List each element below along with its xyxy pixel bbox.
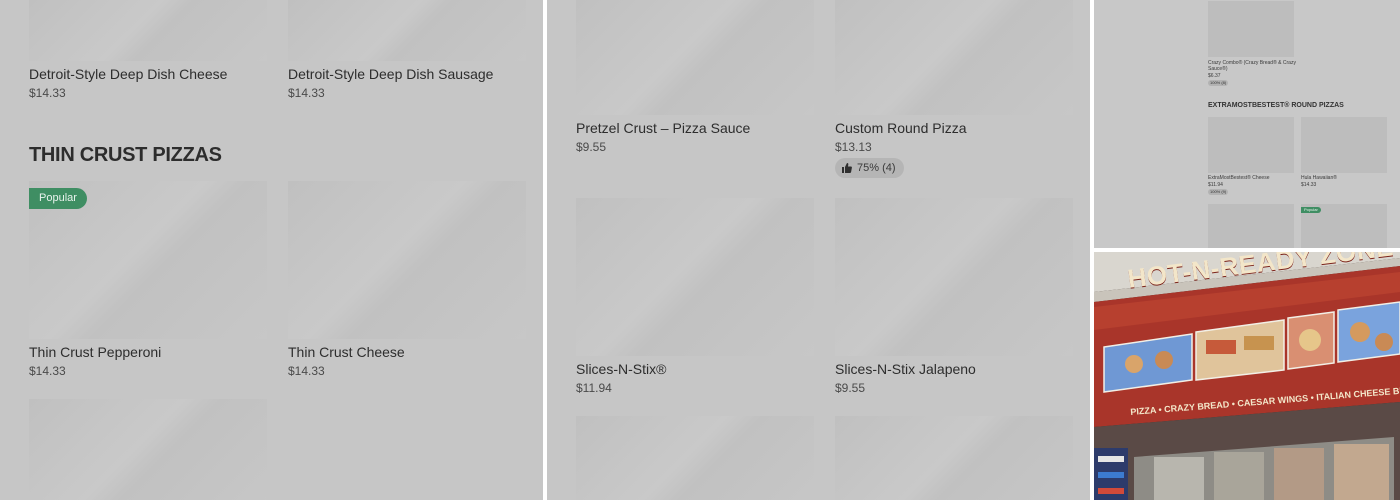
item-price: $14.33	[29, 364, 66, 378]
item-image-deep-dish-cheese[interactable]	[29, 0, 267, 61]
menu-panel-middle: Pretzel Crust – Pizza Sauce $9.55 Custom…	[547, 0, 1090, 500]
item-name[interactable]: Detroit-Style Deep Dish Cheese	[29, 66, 227, 82]
store-photo: HOT-N-READY ZONE PIZZA • CRAZY BREAD • C…	[1094, 252, 1400, 500]
menu-panel-left: Detroit-Style Deep Dish Cheese $14.33 De…	[0, 0, 543, 500]
popular-badge: Popular	[1301, 207, 1321, 213]
item-name[interactable]: ExtraMostBestest® Cheese	[1208, 175, 1270, 181]
rating-badge: 75% (4)	[835, 158, 904, 178]
item-price: $14.33	[29, 86, 66, 100]
rating-badge: 100% (8)	[1208, 80, 1229, 86]
menu-panel-mini: Crazy Combo® (Crazy Bread® & Crazy Sauce…	[1094, 0, 1400, 248]
item-name[interactable]: Slices-N-Stix®	[576, 361, 666, 377]
item-image-custom-round-pizza[interactable]	[835, 0, 1073, 115]
item-name[interactable]: Detroit-Style Deep Dish Sausage	[288, 66, 493, 82]
item-name[interactable]: Slices-N-Stix Jalapeno	[835, 361, 976, 377]
item-price: $14.33	[288, 364, 325, 378]
item-image[interactable]	[1208, 204, 1294, 248]
section-title: THIN CRUST PIZZAS	[29, 144, 222, 166]
item-image[interactable]	[576, 416, 814, 500]
thumbs-up-icon	[842, 163, 852, 173]
item-price: $6.37	[1208, 73, 1221, 79]
popular-badge: Popular	[29, 188, 87, 209]
item-price: $13.13	[835, 140, 872, 154]
item-name[interactable]: Pretzel Crust – Pizza Sauce	[576, 120, 750, 136]
item-price: $11.94	[576, 381, 612, 395]
item-image-extramostbestest-cheese[interactable]	[1208, 117, 1294, 173]
item-name[interactable]: Crazy Combo® (Crazy Bread® & Crazy Sauce…	[1208, 60, 1298, 72]
item-price: $14.33	[1301, 182, 1317, 188]
item-image-hula-hawaiian[interactable]	[1301, 117, 1387, 173]
item-image-deep-dish-sausage[interactable]	[288, 0, 526, 61]
item-image-slices-n-stix[interactable]	[576, 198, 814, 356]
item-image-slices-n-stix-jalapeno[interactable]	[835, 198, 1073, 356]
item-price: $11.94	[1208, 182, 1223, 188]
item-image-pretzel-crust[interactable]	[576, 0, 814, 115]
item-name[interactable]: Hula Hawaiian®	[1301, 175, 1337, 181]
item-image[interactable]	[29, 399, 267, 500]
item-image[interactable]	[835, 416, 1073, 500]
item-image-crazy-combo[interactable]	[1208, 1, 1294, 57]
item-name[interactable]: Thin Crust Pepperoni	[29, 344, 161, 360]
section-title: EXTRAMOSTBESTEST® ROUND PIZZAS	[1208, 102, 1344, 109]
item-price: $9.55	[835, 381, 866, 395]
rating-text: 75% (4)	[857, 162, 896, 174]
item-name[interactable]: Custom Round Pizza	[835, 120, 967, 136]
item-price: $9.55	[576, 140, 607, 154]
item-price: $14.33	[288, 86, 325, 100]
item-name[interactable]: Thin Crust Cheese	[288, 344, 405, 360]
rating-badge: 100% (9)	[1208, 189, 1229, 195]
item-image-thin-crust-cheese[interactable]	[288, 181, 526, 339]
